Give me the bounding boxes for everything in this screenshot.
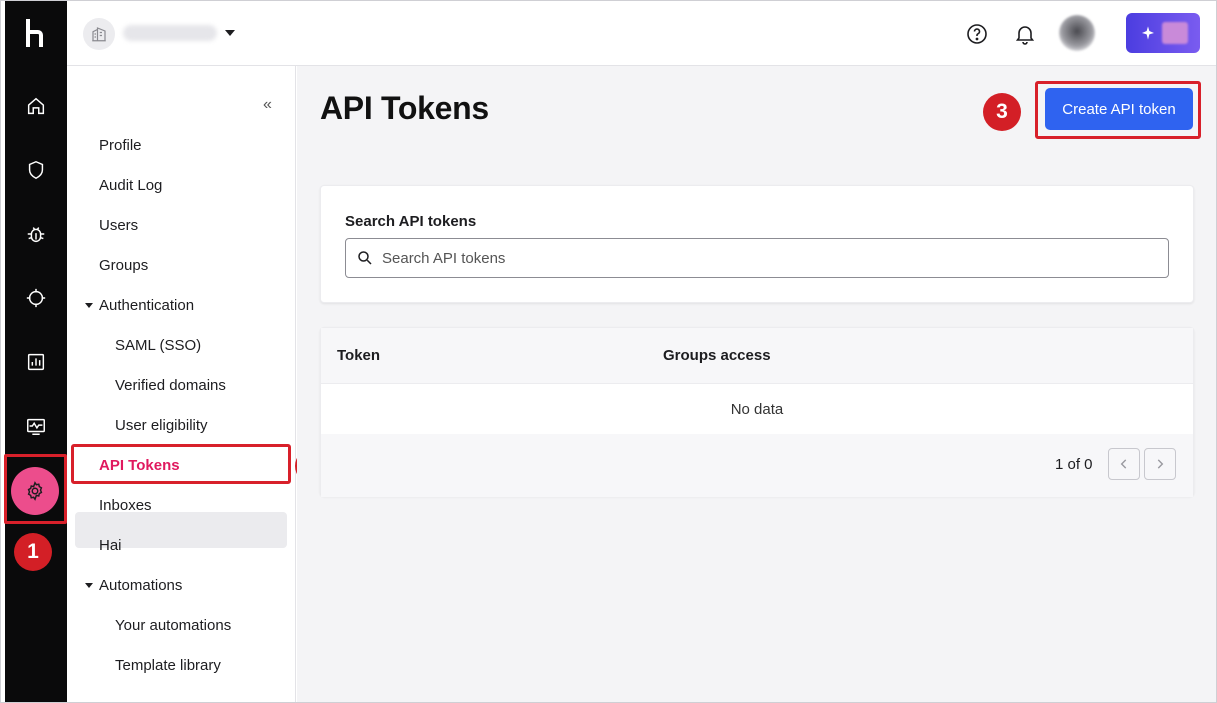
org-avatar[interactable] <box>83 18 115 50</box>
step-badge-3: 3 <box>983 93 1021 131</box>
search-icon <box>358 251 372 265</box>
caret-down-icon <box>85 583 93 588</box>
sidebar-item-user-eligibility[interactable]: User eligibility <box>115 407 208 443</box>
highlight-api-tokens <box>71 444 291 484</box>
page-title: API Tokens <box>320 90 489 126</box>
shield-icon[interactable] <box>5 150 67 190</box>
column-header-token[interactable]: Token <box>337 347 380 364</box>
settings-sidebar: « Profile Audit Log Users Groups Authent… <box>67 66 296 702</box>
sidebar-item-saml-sso[interactable]: SAML (SSO) <box>115 327 201 363</box>
empty-state: No data <box>321 384 1193 434</box>
search-label: Search API tokens <box>345 213 477 230</box>
search-card: Search API tokens <box>320 185 1194 303</box>
org-switcher-caret-icon[interactable] <box>225 30 235 36</box>
user-avatar[interactable] <box>1059 15 1095 51</box>
sidebar-item-your-automations[interactable]: Your automations <box>115 607 231 643</box>
sidebar-item-label: Authentication <box>99 296 195 314</box>
sidebar-item-audit-log[interactable]: Audit Log <box>99 167 162 203</box>
ai-chip <box>1162 22 1188 44</box>
chart-icon[interactable] <box>5 342 67 382</box>
chevron-right-icon <box>1157 459 1164 469</box>
highlight-settings <box>4 454 67 524</box>
sidebar-item-inboxes[interactable]: Inboxes <box>99 487 152 523</box>
chevron-left-icon <box>1120 459 1127 469</box>
search-field[interactable] <box>345 238 1169 278</box>
target-icon[interactable] <box>5 278 67 318</box>
main-content: API Tokens Create API token Search API t… <box>297 66 1216 702</box>
bug-icon[interactable] <box>5 214 67 254</box>
home-icon[interactable] <box>5 86 67 126</box>
left-rail <box>5 1 67 702</box>
logo-h-icon[interactable] <box>5 1 67 65</box>
pagination-status: 1 of 0 <box>1055 456 1093 473</box>
bell-icon[interactable] <box>1013 22 1037 46</box>
ai-assistant-button[interactable] <box>1126 13 1200 53</box>
caret-down-icon <box>85 303 93 308</box>
help-circle-icon[interactable] <box>965 22 989 46</box>
search-input[interactable] <box>382 249 1142 267</box>
building-icon <box>92 27 106 42</box>
previous-page-button[interactable] <box>1108 448 1140 480</box>
sidebar-item-users[interactable]: Users <box>99 207 138 243</box>
top-bar <box>67 1 1216 66</box>
collapse-sidebar-icon[interactable]: « <box>263 96 272 114</box>
sidebar-item-profile[interactable]: Profile <box>99 127 142 163</box>
app-window: 1 « Profile Audit Log Users Groups Authe… <box>0 0 1217 703</box>
monitor-pulse-icon[interactable] <box>5 406 67 446</box>
sidebar-item-label: Automations <box>99 576 183 594</box>
sidebar-item-template-library[interactable]: Template library <box>115 647 221 683</box>
tokens-table: Token Groups access No data 1 of 0 <box>320 327 1194 497</box>
sidebar-item-verified-domains[interactable]: Verified domains <box>115 367 226 403</box>
sparkle-icon <box>1142 26 1154 40</box>
org-name-blurred[interactable] <box>123 25 217 41</box>
sidebar-item-automations[interactable]: Automations <box>85 567 183 603</box>
next-page-button[interactable] <box>1144 448 1176 480</box>
step-badge-1: 1 <box>14 533 52 571</box>
sidebar-item-authentication[interactable]: Authentication <box>85 287 195 323</box>
pagination: 1 of 0 <box>321 434 1193 497</box>
highlight-create-button <box>1035 81 1201 139</box>
table-header: Token Groups access <box>321 328 1193 384</box>
column-header-groups-access[interactable]: Groups access <box>663 347 771 364</box>
sidebar-item-hai[interactable]: Hai <box>99 527 122 563</box>
sidebar-item-groups[interactable]: Groups <box>99 247 148 283</box>
